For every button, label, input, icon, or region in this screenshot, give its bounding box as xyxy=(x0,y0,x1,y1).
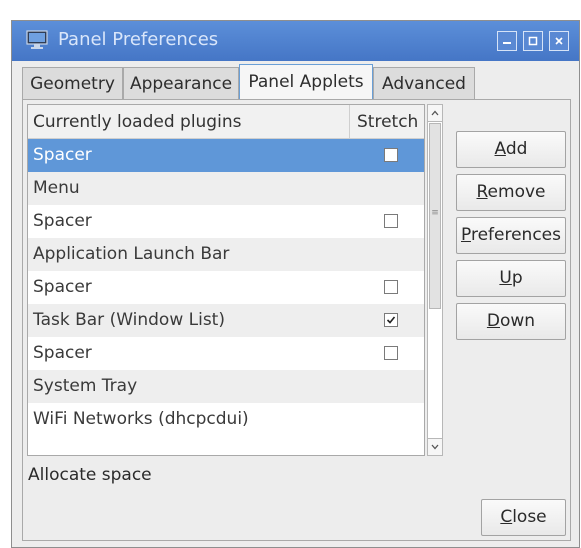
column-header-stretch[interactable]: Stretch xyxy=(357,112,418,132)
scroll-down-button[interactable] xyxy=(428,438,442,455)
list-item-label: Spacer xyxy=(33,277,92,297)
minimize-icon xyxy=(503,42,511,44)
maximize-icon xyxy=(528,36,538,46)
down-mnemonic: D xyxy=(486,311,500,331)
status-text: Allocate space xyxy=(28,465,152,485)
list-item[interactable]: Task Bar (Window List) xyxy=(28,304,424,337)
stretch-checkbox[interactable] xyxy=(384,346,398,360)
list-item[interactable]: Application Launch Bar xyxy=(28,238,424,271)
remove-mnemonic: R xyxy=(476,182,488,202)
monitor-icon xyxy=(26,30,48,50)
list-item-label: Spacer xyxy=(33,145,92,165)
list-item-label: System Tray xyxy=(33,376,138,396)
scroll-up-button[interactable] xyxy=(428,105,442,122)
list-item-label: WiFi Networks (dhcpcdui) xyxy=(33,409,249,429)
tab-appearance[interactable]: Appearance xyxy=(123,67,239,100)
down-button[interactable]: Down xyxy=(456,303,566,340)
list-item[interactable]: Spacer xyxy=(28,271,424,304)
list-item-label: Spacer xyxy=(33,343,92,363)
list-item-label: Spacer xyxy=(33,211,92,231)
panel-preferences-window: Panel Preferences Geometry Appearance Pa… xyxy=(11,20,580,548)
down-label: own xyxy=(500,311,536,331)
add-label: dd xyxy=(505,139,528,159)
close-icon xyxy=(555,37,563,45)
list-item-label: Task Bar (Window List) xyxy=(33,310,225,330)
up-label: p xyxy=(511,268,523,288)
panel-applets-page: Currently loaded plugins Stretch Spacer M… xyxy=(22,99,571,541)
close-mnemonic: C xyxy=(500,507,513,527)
add-button[interactable]: Add xyxy=(456,131,566,168)
tab-advanced[interactable]: Advanced xyxy=(373,67,475,100)
checkmark-icon xyxy=(386,316,396,324)
list-item[interactable]: WiFi Networks (dhcpcdui) xyxy=(28,403,424,436)
list-item[interactable]: Spacer xyxy=(28,139,424,172)
close-button[interactable]: Close xyxy=(481,499,566,536)
list-scrollbar[interactable]: ≡ xyxy=(427,104,443,456)
scrollbar-thumb[interactable]: ≡ xyxy=(429,123,441,309)
tab-bar: Geometry Appearance Panel Applets Advanc… xyxy=(22,64,579,100)
up-button[interactable]: Up xyxy=(456,260,566,297)
up-mnemonic: U xyxy=(499,268,512,288)
chevron-up-icon xyxy=(431,110,439,116)
preferences-button[interactable]: Preferences xyxy=(456,217,566,254)
preferences-label: references xyxy=(470,225,561,245)
tab-geometry[interactable]: Geometry xyxy=(22,67,123,100)
window-title: Panel Preferences xyxy=(58,29,219,50)
maximize-button[interactable] xyxy=(523,31,543,51)
list-header: Currently loaded plugins Stretch xyxy=(28,105,424,139)
list-item[interactable]: Menu xyxy=(28,172,424,205)
list-item[interactable]: Spacer xyxy=(28,337,424,370)
list-item[interactable]: System Tray xyxy=(28,370,424,403)
stretch-checkbox[interactable] xyxy=(384,214,398,228)
close-window-button[interactable] xyxy=(549,31,569,51)
tab-panel-applets[interactable]: Panel Applets xyxy=(239,64,373,99)
preferences-mnemonic: P xyxy=(461,225,471,245)
plugin-list[interactable]: Currently loaded plugins Stretch Spacer M… xyxy=(27,104,425,456)
chevron-down-icon xyxy=(431,444,439,450)
grip-icon: ≡ xyxy=(431,208,439,218)
list-item-label: Application Launch Bar xyxy=(33,244,230,264)
column-header-plugins[interactable]: Currently loaded plugins xyxy=(33,112,241,132)
minimize-button[interactable] xyxy=(497,31,517,51)
stretch-checkbox[interactable] xyxy=(384,280,398,294)
stretch-checkbox[interactable] xyxy=(384,148,398,162)
title-bar[interactable]: Panel Preferences xyxy=(12,21,579,61)
remove-label: emove xyxy=(487,182,546,202)
stretch-checkbox[interactable] xyxy=(384,313,398,327)
remove-button[interactable]: Remove xyxy=(456,174,566,211)
add-mnemonic: A xyxy=(494,139,506,159)
close-label: lose xyxy=(512,507,547,527)
list-item[interactable]: Spacer xyxy=(28,205,424,238)
list-item-label: Menu xyxy=(33,178,80,198)
column-divider xyxy=(349,105,350,139)
